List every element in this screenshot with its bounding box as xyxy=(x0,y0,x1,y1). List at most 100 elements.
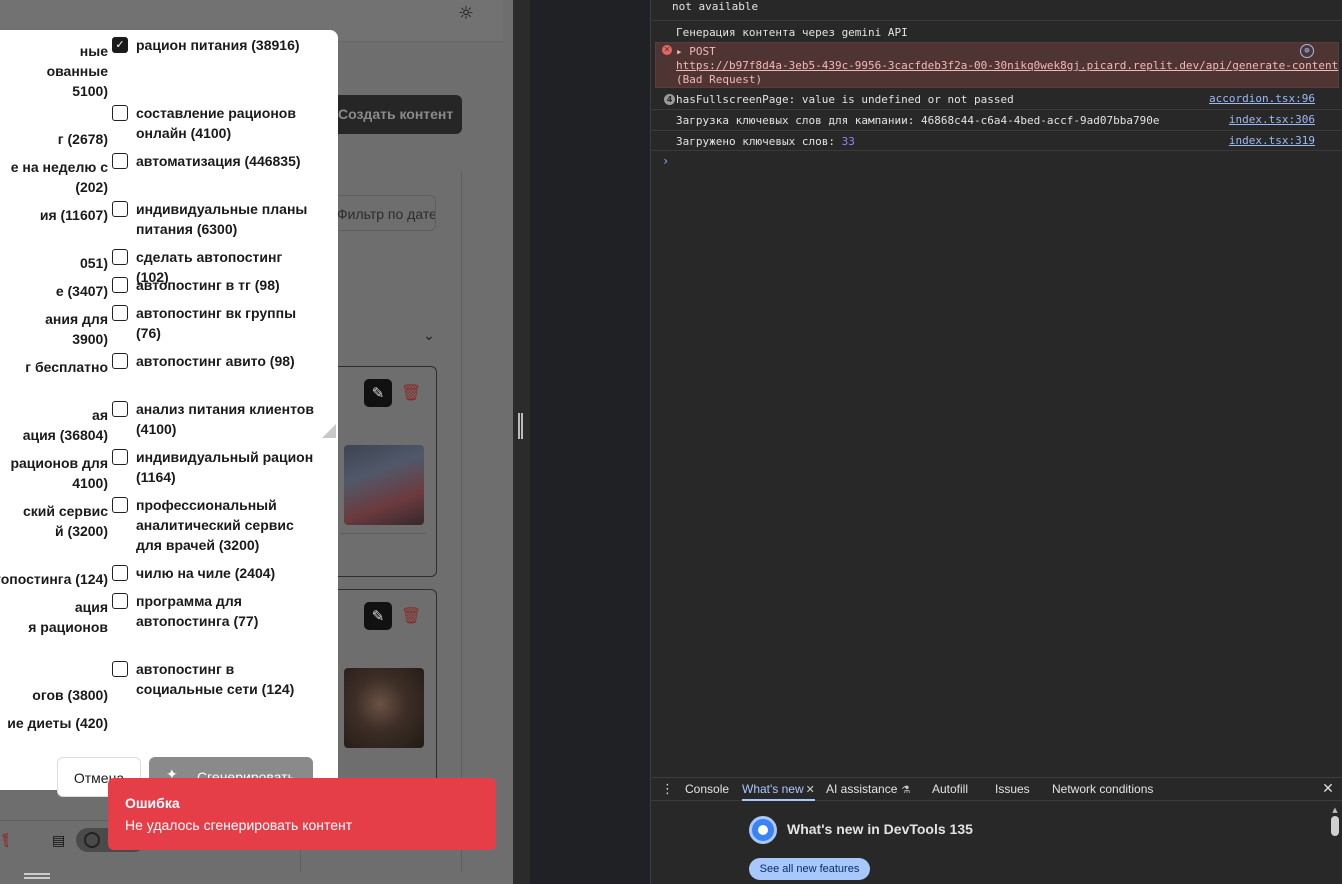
checkbox[interactable] xyxy=(112,153,128,169)
scrollbar-thumb[interactable] xyxy=(1331,816,1339,836)
error-toast[interactable]: Ошибка Не удалось сгенерировать контент xyxy=(108,778,496,850)
source-link[interactable]: index.tsx:319 xyxy=(1229,134,1315,147)
gutter-grip[interactable] xyxy=(518,413,523,439)
console-message: Генерация контента через gemini API xyxy=(651,21,1342,41)
content-thumbnail[interactable] xyxy=(344,668,424,748)
trash-icon[interactable]: 🗑 xyxy=(401,606,421,626)
trash-icon[interactable]: 🗑 xyxy=(401,383,421,403)
console-message: Загрузка ключевых слов для кампании: 468… xyxy=(651,110,1342,131)
keyword-item[interactable]: автопостинг вк группы (76) xyxy=(112,303,318,343)
tab-ai-assistance[interactable]: AI assistance ⚗ xyxy=(826,778,910,801)
resize-grip[interactable] xyxy=(322,424,336,438)
tab-issues[interactable]: Issues xyxy=(995,778,1030,801)
error-url-link[interactable]: https://b97f8d4a-3eb5-439c-9956-3cacfdeb… xyxy=(676,59,1338,72)
scroll-up-icon[interactable]: ▲ xyxy=(1331,806,1339,814)
error-method: POST xyxy=(689,45,716,58)
checkbox[interactable] xyxy=(112,105,128,121)
more-options-icon[interactable]: ⋮ xyxy=(661,778,674,801)
keyword-label: чилю на чиле (2404) xyxy=(136,565,276,581)
checkbox[interactable] xyxy=(112,353,128,369)
tab-label: What's new xyxy=(742,782,804,796)
source-link[interactable]: accordion.tsx:96 xyxy=(1209,92,1315,105)
checkbox[interactable] xyxy=(112,249,128,265)
keyword-label: рацион питания (38916) xyxy=(136,37,300,53)
create-content-button[interactable]: Создать контент xyxy=(320,95,462,134)
console-error-method[interactable]: ▸ POST xyxy=(676,45,716,58)
checkbox[interactable] xyxy=(112,449,128,465)
keyword-item[interactable]: автоматизация (446835) xyxy=(112,151,318,171)
pencil-icon[interactable]: ✎ xyxy=(364,379,392,407)
close-drawer-icon[interactable]: ✕ xyxy=(1321,778,1335,801)
tab-whats-new[interactable]: What's new ✕ xyxy=(742,778,815,801)
console-error-url-line: https://b97f8d4a-3eb5-439c-9956-3cacfdeb… xyxy=(676,59,1342,72)
console-number: 33 xyxy=(841,135,855,148)
keyword-item[interactable]: программа для автопостинга (77) xyxy=(112,591,318,631)
console-text: Генерация контента через gemini API xyxy=(676,26,908,39)
keyword-label: автопостинг авито (98) xyxy=(136,353,295,369)
keyword-item[interactable]: профессиональный аналитический сервис дл… xyxy=(112,495,318,555)
keyword-label: автопостинг вк группы (76) xyxy=(136,305,297,341)
flask-icon: ⚗ xyxy=(901,785,911,796)
keyword-item[interactable]: анализ питания клиентов (4100) xyxy=(112,399,318,439)
tab-label: AI assistance xyxy=(826,782,898,796)
tab-network-conditions[interactable]: Network conditions xyxy=(1052,778,1153,801)
device-frame-area xyxy=(530,0,650,884)
keyword-item[interactable]: автопостинг в социальные сети (124) xyxy=(112,659,318,699)
toast-title: Ошибка xyxy=(125,795,180,811)
console-text: Загружено ключевых слов: 33 xyxy=(676,135,855,148)
split-gutter[interactable] xyxy=(513,0,530,884)
keyword-item[interactable]: автопостинг авито (98) xyxy=(112,351,318,371)
keyword-label: индивидуальные планы питания (6300) xyxy=(136,201,308,237)
content-thumbnail[interactable] xyxy=(344,445,424,525)
error-status-text: (Bad Request) xyxy=(676,73,763,86)
keyword-modal: ные ованные 5100) г (2678) е на неделю с (202… xyxy=(0,30,338,790)
keyword-label: составление рационов онлайн (4100) xyxy=(136,105,296,141)
trash-icon[interactable]: 🗑 xyxy=(0,832,8,850)
console-message: 4 hasFullscreenPage: value is undefined … xyxy=(651,89,1342,110)
checkbox[interactable] xyxy=(112,565,128,581)
devtools-panel: not available Генерация контента через g… xyxy=(650,0,1342,884)
keyword-label: автопостинг в социальные сети (124) xyxy=(136,661,295,697)
keyword-label: профессиональный аналитический сервис дл… xyxy=(136,497,294,553)
app-viewport: ☼ Создать контент Фильтр по дате ⌄ ✎ 🗑 ✎… xyxy=(0,0,513,884)
checkbox-checked[interactable]: ✓ xyxy=(112,37,128,53)
drag-handle[interactable] xyxy=(24,873,50,879)
network-request-icon[interactable]: ⊕ xyxy=(1300,44,1314,58)
keyword-label: программа для автопостинга (77) xyxy=(136,593,259,629)
card-divider xyxy=(340,533,426,534)
console-text: Загрузка ключевых слов для кампании: 468… xyxy=(676,114,1160,127)
pencil-icon[interactable]: ✎ xyxy=(364,602,392,630)
drawer-tabbar: ⋮ Console What's new ✕ AI assistance ⚗ Aut… xyxy=(651,777,1342,801)
console-message: not available xyxy=(651,0,1342,21)
keyword-item[interactable]: автопостинг в тг (98) xyxy=(112,275,318,295)
close-icon[interactable]: ✕ xyxy=(806,783,815,796)
keyword-item[interactable]: индивидуальные планы питания (6300) xyxy=(112,199,318,239)
chrome-logo-icon xyxy=(749,816,777,844)
keyword-item[interactable]: составление рационов онлайн (4100) xyxy=(112,103,318,143)
checkbox[interactable] xyxy=(112,201,128,217)
sun-icon[interactable]: ☼ xyxy=(456,4,476,24)
keyword-item[interactable]: чилю на чиле (2404) xyxy=(112,563,318,583)
keyword-item[interactable]: ✓ рацион питания (38916) xyxy=(112,35,318,55)
keyword-label: автопостинг в тг (98) xyxy=(136,277,280,293)
source-link[interactable]: index.tsx:306 xyxy=(1229,113,1315,126)
console-prompt[interactable]: › xyxy=(662,154,669,168)
checkbox[interactable] xyxy=(112,661,128,677)
see-all-features-button[interactable]: See all new features xyxy=(749,858,870,880)
tab-console[interactable]: Console xyxy=(685,778,729,801)
checkbox[interactable] xyxy=(112,305,128,321)
console-label: Загружено ключевых слов: xyxy=(676,135,835,148)
chevron-down-icon[interactable]: ⌄ xyxy=(420,327,438,345)
checkbox[interactable] xyxy=(112,593,128,609)
clock-icon xyxy=(84,832,100,848)
checkbox[interactable] xyxy=(112,401,128,417)
keyword-item[interactable]: индивидуальный рацион (1164) xyxy=(112,447,318,487)
console-message: Загружено ключевых слов: 33 index.tsx:31… xyxy=(651,131,1342,151)
console-text: hasFullscreenPage: value is undefined or… xyxy=(676,93,1014,106)
checkbox[interactable] xyxy=(112,497,128,513)
checkbox[interactable] xyxy=(112,277,128,293)
console-text: not available xyxy=(672,0,759,13)
document-icon[interactable]: ▤ xyxy=(52,832,68,850)
keyword-label: индивидуальный рацион (1164) xyxy=(136,449,314,485)
tab-autofill[interactable]: Autofill xyxy=(932,778,968,801)
